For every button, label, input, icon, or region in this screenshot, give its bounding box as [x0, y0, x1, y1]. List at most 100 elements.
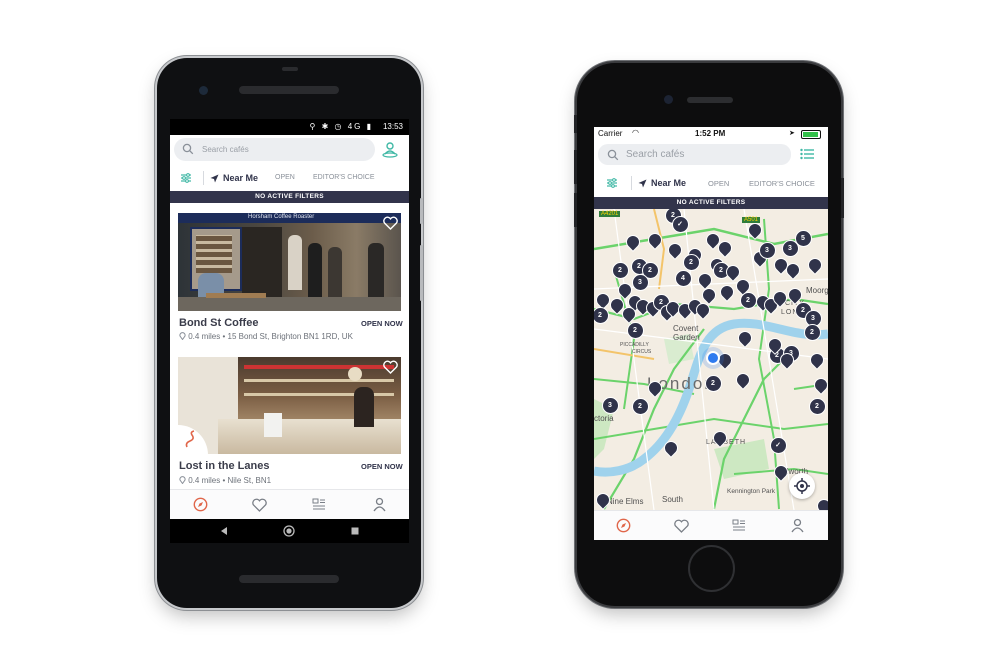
filters-banner: NO ACTIVE FILTERS	[594, 197, 828, 209]
location-arrow-icon: ➤	[789, 130, 795, 137]
cafe-address-line: 0.4 miles • 15 Bond St, Brighton BN1 1RD…	[179, 332, 353, 341]
filter-row: Near Me OPEN EDITOR'S CHOICE	[594, 171, 828, 195]
road-badge: A4201	[599, 211, 621, 217]
filter-divider	[203, 171, 204, 185]
list-icon[interactable]	[312, 498, 326, 511]
list-view-icon[interactable]	[800, 148, 815, 160]
android-navigation-bar	[170, 519, 409, 543]
map-cluster-pin[interactable]: 2	[682, 253, 700, 271]
status-time: 13:53	[382, 122, 403, 131]
iphone-home-button[interactable]	[688, 545, 735, 592]
android-power-button	[420, 198, 423, 224]
favorite-heart-icon[interactable]	[383, 360, 398, 374]
list-icon[interactable]	[732, 519, 746, 532]
map-cluster-pin[interactable]: 2	[704, 374, 722, 392]
search-icon	[182, 143, 194, 155]
home-icon[interactable]	[283, 525, 295, 537]
filters-banner: NO ACTIVE FILTERS	[170, 191, 409, 203]
filter-sliders-icon[interactable]	[606, 177, 618, 189]
search-input[interactable]: Search cafés	[598, 144, 791, 165]
map-label-victoria: ctoria	[594, 414, 614, 423]
map-cluster-pin[interactable]: 2	[808, 397, 826, 415]
heart-icon[interactable]	[252, 498, 267, 512]
battery-icon	[801, 130, 821, 139]
map-cluster-pin[interactable]: ✓	[671, 215, 689, 233]
wifi-icon: ◠	[632, 128, 639, 137]
crosshair-icon	[794, 478, 810, 494]
ios-status-bar: Carrier ◠ 1:52 PM ➤	[594, 127, 828, 141]
map-cluster-pin[interactable]: 2	[631, 397, 649, 415]
locate-me-button[interactable]	[789, 473, 815, 499]
map-cluster-pin[interactable]: 3	[758, 241, 776, 259]
filter-sliders-icon[interactable]	[180, 172, 192, 184]
compass-icon[interactable]	[616, 518, 631, 533]
editors-choice-icon	[185, 430, 195, 448]
map-label-piccadilly: PICCADILLY	[620, 342, 649, 348]
map-cluster-pin[interactable]: 2	[739, 291, 757, 309]
iphone-volume-down	[574, 193, 577, 227]
cafe-open-status: OPEN NOW	[361, 319, 403, 328]
android-tab-bar	[170, 489, 409, 520]
cafe-photo[interactable]: Horsham Coffee Roaster	[178, 213, 401, 311]
search-placeholder: Search cafés	[202, 145, 249, 154]
map-label-covent: Covent	[673, 324, 699, 333]
status-carrier: Carrier	[598, 129, 623, 138]
search-icon	[607, 149, 619, 161]
search-input[interactable]: Search cafés	[174, 138, 375, 161]
cafe-name[interactable]: Lost in the Lanes	[179, 460, 269, 472]
map-cluster-pin[interactable]: 2	[611, 261, 629, 279]
android-camera	[199, 86, 208, 95]
user-location-dot	[706, 351, 720, 365]
cafe-name[interactable]: Bond St Coffee	[179, 317, 258, 329]
map-label-moorgate: Moorg	[806, 286, 828, 295]
filter-open[interactable]: OPEN	[708, 179, 729, 188]
android-top-slot	[282, 67, 298, 71]
cafe-open-status: OPEN NOW	[361, 462, 403, 471]
map-cluster-pin[interactable]: 2	[626, 321, 644, 339]
filter-near-me[interactable]: Near Me	[651, 178, 686, 188]
map-cluster-pin[interactable]: 4	[674, 269, 692, 287]
filter-row: Near Me OPEN EDITOR'S CHOICE	[170, 166, 409, 190]
iphone-screen: Carrier ◠ 1:52 PM ➤ Search cafés Near Me…	[594, 127, 828, 540]
android-earpiece	[239, 86, 339, 94]
iphone-earpiece	[687, 97, 733, 103]
heart-icon[interactable]	[674, 519, 689, 533]
android-volume-button	[420, 245, 423, 301]
search-placeholder: Search cafés	[626, 149, 685, 160]
iphone-power-button	[841, 178, 844, 218]
map-cluster-pin[interactable]: 2	[594, 306, 609, 324]
filter-open[interactable]: OPEN	[275, 174, 295, 181]
map-label-circus: CIRCUS	[632, 349, 652, 355]
shop-sign: Horsham Coffee Roaster	[248, 214, 315, 220]
filter-near-me[interactable]: Near Me	[223, 173, 258, 183]
android-bottom-speaker	[239, 575, 339, 583]
map-cluster-pin[interactable]: 3	[631, 273, 649, 291]
navigation-arrow-icon	[638, 179, 647, 188]
ios-tab-bar	[594, 510, 828, 540]
recents-icon[interactable]	[350, 526, 360, 536]
map-label-south: South	[662, 495, 683, 504]
map-cluster-pin[interactable]: ✓	[769, 436, 787, 454]
android-screen: ⚲ ✱ ◷ 4G ▮ 13:53 Search cafés Near Me OP…	[170, 119, 409, 543]
location-person-icon[interactable]	[382, 141, 398, 158]
map-cluster-pin[interactable]: 3	[601, 396, 619, 414]
android-status-bar: ⚲ ✱ ◷ 4G ▮ 13:53	[170, 119, 409, 135]
filter-editors-choice[interactable]: EDITOR'S CHOICE	[749, 179, 815, 188]
pin-icon	[179, 332, 186, 341]
map-label-nine-elms: Nine Elms	[607, 497, 644, 506]
cafe-photo[interactable]	[178, 357, 401, 454]
back-icon[interactable]	[219, 526, 229, 536]
iphone-camera	[664, 95, 673, 104]
pin-icon	[179, 476, 186, 485]
map-cluster-pin[interactable]: 5	[794, 229, 812, 247]
iphone-volume-up	[574, 150, 577, 184]
cafe-map[interactable]: A4201 A501 Covent Garden PICCADILLY CIRC…	[594, 209, 828, 510]
compass-icon[interactable]	[193, 497, 208, 512]
profile-icon[interactable]	[373, 497, 386, 512]
favorite-heart-icon[interactable]	[383, 216, 398, 230]
profile-icon[interactable]	[791, 518, 804, 533]
status-icons: ⚲ ✱ ◷ 4G ▮	[309, 122, 373, 131]
map-cluster-pin[interactable]: 2	[803, 323, 821, 341]
filter-divider	[631, 176, 632, 190]
filter-editors-choice[interactable]: EDITOR'S CHOICE	[313, 174, 375, 181]
